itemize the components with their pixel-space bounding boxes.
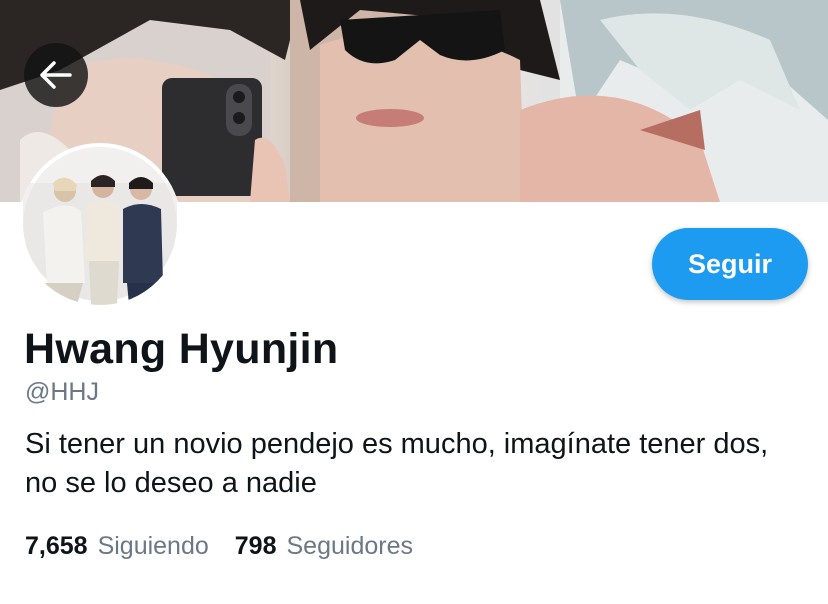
avatar-photo <box>19 143 181 305</box>
avatar[interactable] <box>19 143 181 305</box>
followers-label: Seguidores <box>286 532 413 560</box>
follow-button[interactable]: Seguir <box>652 228 808 300</box>
display-name: Hwang Hyunjin <box>24 325 339 373</box>
back-button[interactable] <box>24 43 88 107</box>
profile-stats: 7,658 Siguiendo 798 Seguidores <box>25 532 413 561</box>
followers-count: 798 <box>234 532 277 560</box>
user-handle: @HHJ <box>25 378 99 406</box>
arrow-left-icon <box>40 61 72 89</box>
following-stat-link[interactable]: 7,658 Siguiendo <box>25 532 209 561</box>
following-label: Siguiendo <box>97 532 209 560</box>
followers-stat-link[interactable]: 798 Seguidores <box>235 532 413 561</box>
profile-bio: Si tener un novio pendejo es mucho, imag… <box>25 428 769 499</box>
following-count: 7,658 <box>25 532 88 560</box>
